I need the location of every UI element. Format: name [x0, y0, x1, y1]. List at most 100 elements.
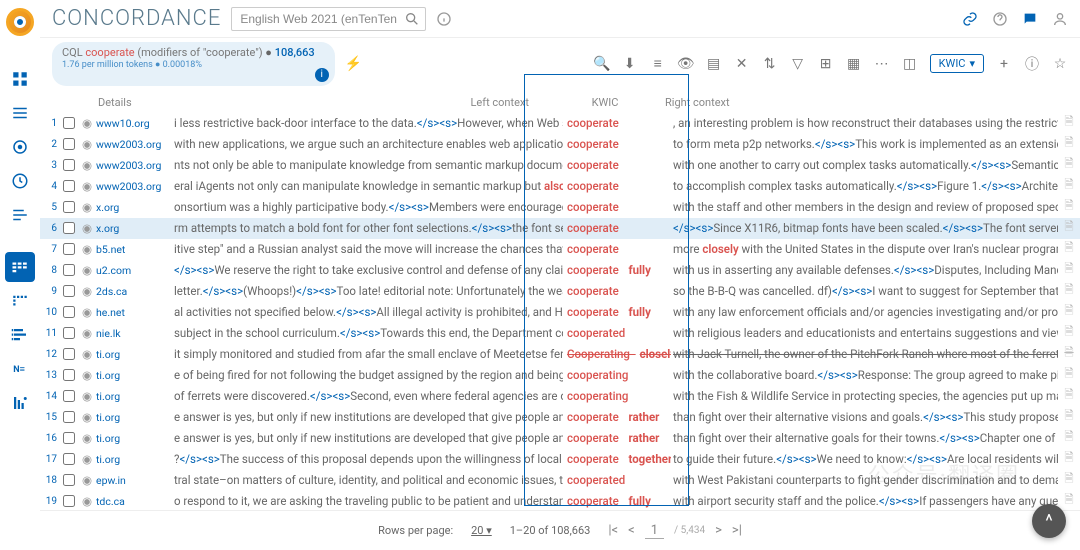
row-doc-icon[interactable]: 🗎	[1058, 135, 1080, 154]
row-detail-icon[interactable]: ◉	[78, 263, 96, 277]
link-icon[interactable]	[962, 11, 978, 27]
row-source[interactable]: b5.net	[96, 243, 174, 256]
row-checkbox[interactable]	[60, 474, 78, 486]
row-source[interactable]: ti.org	[96, 411, 174, 424]
row-checkbox[interactable]	[60, 138, 78, 150]
row-detail-icon[interactable]: ◉	[78, 305, 96, 319]
view-mode-pill[interactable]: KWIC ▾	[930, 54, 984, 73]
row-detail-icon[interactable]: ◉	[78, 410, 96, 424]
row-source[interactable]: tdc.ca	[96, 495, 174, 508]
row-checkbox[interactable]	[60, 180, 78, 192]
concordance-row[interactable]: 5◉x.orgonsortium was a highly participat…	[40, 197, 1080, 218]
row-source[interactable]: nie.lk	[96, 327, 174, 340]
add-icon[interactable]: +	[996, 56, 1012, 72]
row-doc-icon[interactable]: 🗎	[1058, 240, 1080, 259]
sidebar-target[interactable]	[5, 132, 35, 162]
sidebar-clock[interactable]	[5, 166, 35, 196]
row-doc-icon[interactable]: 🗎	[1058, 282, 1080, 301]
row-checkbox[interactable]	[60, 411, 78, 423]
row-detail-icon[interactable]: ◉	[78, 473, 96, 487]
row-doc-icon[interactable]: 🗎	[1058, 345, 1080, 364]
row-source[interactable]: epw.in	[96, 474, 174, 487]
row-checkbox[interactable]	[60, 432, 78, 444]
star-icon[interactable]: ☆	[1052, 56, 1068, 72]
row-checkbox[interactable]	[60, 117, 78, 129]
row-source[interactable]: ti.org	[96, 432, 174, 445]
shuffle-icon[interactable]: ✕	[734, 56, 750, 72]
row-checkbox[interactable]	[60, 222, 78, 234]
row-doc-icon[interactable]: 🗎	[1058, 324, 1080, 343]
row-doc-icon[interactable]: 🗎	[1058, 450, 1080, 469]
sidebar-wordlist[interactable]	[5, 320, 35, 350]
concordance-row[interactable]: 16◉ti.orge answer is yes, but only if ne…	[40, 428, 1080, 449]
row-checkbox[interactable]	[60, 495, 78, 507]
sidebar-concordance[interactable]	[5, 252, 35, 282]
query-chip[interactable]: CQL cooperate (modifiers of "cooperate")…	[52, 42, 335, 86]
row-source[interactable]: he.net	[96, 306, 174, 319]
row-checkbox[interactable]	[60, 327, 78, 339]
row-source[interactable]: ti.org	[96, 453, 174, 466]
view-icon[interactable]: ≡	[650, 56, 666, 72]
chip-info-icon[interactable]: i	[315, 68, 329, 82]
row-source[interactable]: ti.org	[96, 369, 174, 382]
feedback-icon[interactable]	[1022, 11, 1038, 27]
concordance-row[interactable]: 4◉www2003.orgeral iAgents not only can m…	[40, 176, 1080, 197]
help-icon[interactable]	[992, 11, 1008, 27]
row-doc-icon[interactable]: 🗎	[1058, 429, 1080, 448]
concordance-row[interactable]: 8◉u2.com</s><s>We reserve the right to t…	[40, 260, 1080, 281]
row-detail-icon[interactable]: ◉	[78, 326, 96, 340]
prev-page[interactable]: <	[628, 523, 635, 538]
more-icon[interactable]: ⋯	[874, 56, 890, 72]
concordance-row[interactable]: 17◉ti.org?</s><s>The success of this pro…	[40, 449, 1080, 470]
row-detail-icon[interactable]: ◉	[78, 242, 96, 256]
concordance-row[interactable]: 15◉ti.orge answer is yes, but only if ne…	[40, 407, 1080, 428]
row-doc-icon[interactable]: 🗎	[1058, 471, 1080, 490]
row-source[interactable]: ti.org	[96, 390, 174, 403]
row-detail-icon[interactable]: ◉	[78, 200, 96, 214]
concordance-row[interactable]: 14◉ti.orgof ferrets were discovered.</s>…	[40, 386, 1080, 407]
row-doc-icon[interactable]: 🗎	[1058, 219, 1080, 238]
concordance-row[interactable]: 9◉2ds.caletter.</s><s>(Whoops!)</s><s>To…	[40, 281, 1080, 302]
row-detail-icon[interactable]: ◉	[78, 116, 96, 130]
row-checkbox[interactable]	[60, 390, 78, 402]
concordance-row[interactable]: 2◉www2003.orgwith new applications, we a…	[40, 134, 1080, 155]
row-doc-icon[interactable]: 🗎	[1058, 366, 1080, 385]
sidebar-bars[interactable]	[5, 200, 35, 230]
app-logo[interactable]	[6, 8, 34, 36]
row-source[interactable]: www2003.org	[96, 159, 174, 172]
row-detail-icon[interactable]: ◉	[78, 137, 96, 151]
row-checkbox[interactable]	[60, 264, 78, 276]
zoom-icon[interactable]: 🔍	[594, 56, 610, 72]
row-detail-icon[interactable]: ◉	[78, 179, 96, 193]
row-checkbox[interactable]	[60, 369, 78, 381]
row-detail-icon[interactable]: ◉	[78, 494, 96, 508]
user-icon[interactable]	[1052, 11, 1068, 27]
download-icon[interactable]: ⬇	[622, 56, 638, 72]
freq-icon[interactable]: ⊞	[818, 56, 834, 72]
row-detail-icon[interactable]: ◉	[78, 431, 96, 445]
filter-icon[interactable]: ▽	[790, 56, 806, 72]
sidebar-dashboard[interactable]	[5, 64, 35, 94]
page-input[interactable]: 1	[645, 523, 664, 539]
concordance-row[interactable]: 6◉x.orgrm attempts to match a bold font …	[40, 218, 1080, 239]
bolt-icon[interactable]: ⚡	[345, 56, 362, 72]
row-checkbox[interactable]	[60, 348, 78, 360]
row-checkbox[interactable]	[60, 306, 78, 318]
sort-icon[interactable]: ⇅	[762, 56, 778, 72]
dist-icon[interactable]: ◫	[902, 56, 918, 72]
next-page[interactable]: >	[715, 523, 722, 538]
concordance-row[interactable]: 7◉b5.netitive step" and a Russian analys…	[40, 239, 1080, 260]
row-source[interactable]: www10.org	[96, 117, 174, 130]
row-source[interactable]: x.org	[96, 201, 174, 214]
concordance-row[interactable]: 10◉he.netal activities not specified bel…	[40, 302, 1080, 323]
concordance-row[interactable]: 1◉www10.orgi less restrictive back-door …	[40, 113, 1080, 134]
rpp-select[interactable]: 20 ▾	[471, 524, 492, 537]
row-doc-icon[interactable]: 🗎	[1058, 303, 1080, 322]
sidebar-parallel[interactable]	[5, 286, 35, 316]
first-page[interactable]: |<	[608, 523, 618, 538]
row-doc-icon[interactable]: 🗎	[1058, 387, 1080, 406]
row-doc-icon[interactable]: 🗎	[1058, 156, 1080, 175]
search-icon[interactable]	[404, 11, 420, 27]
row-source[interactable]: ti.org	[96, 348, 174, 361]
eye-icon[interactable]: 👁	[678, 56, 694, 72]
